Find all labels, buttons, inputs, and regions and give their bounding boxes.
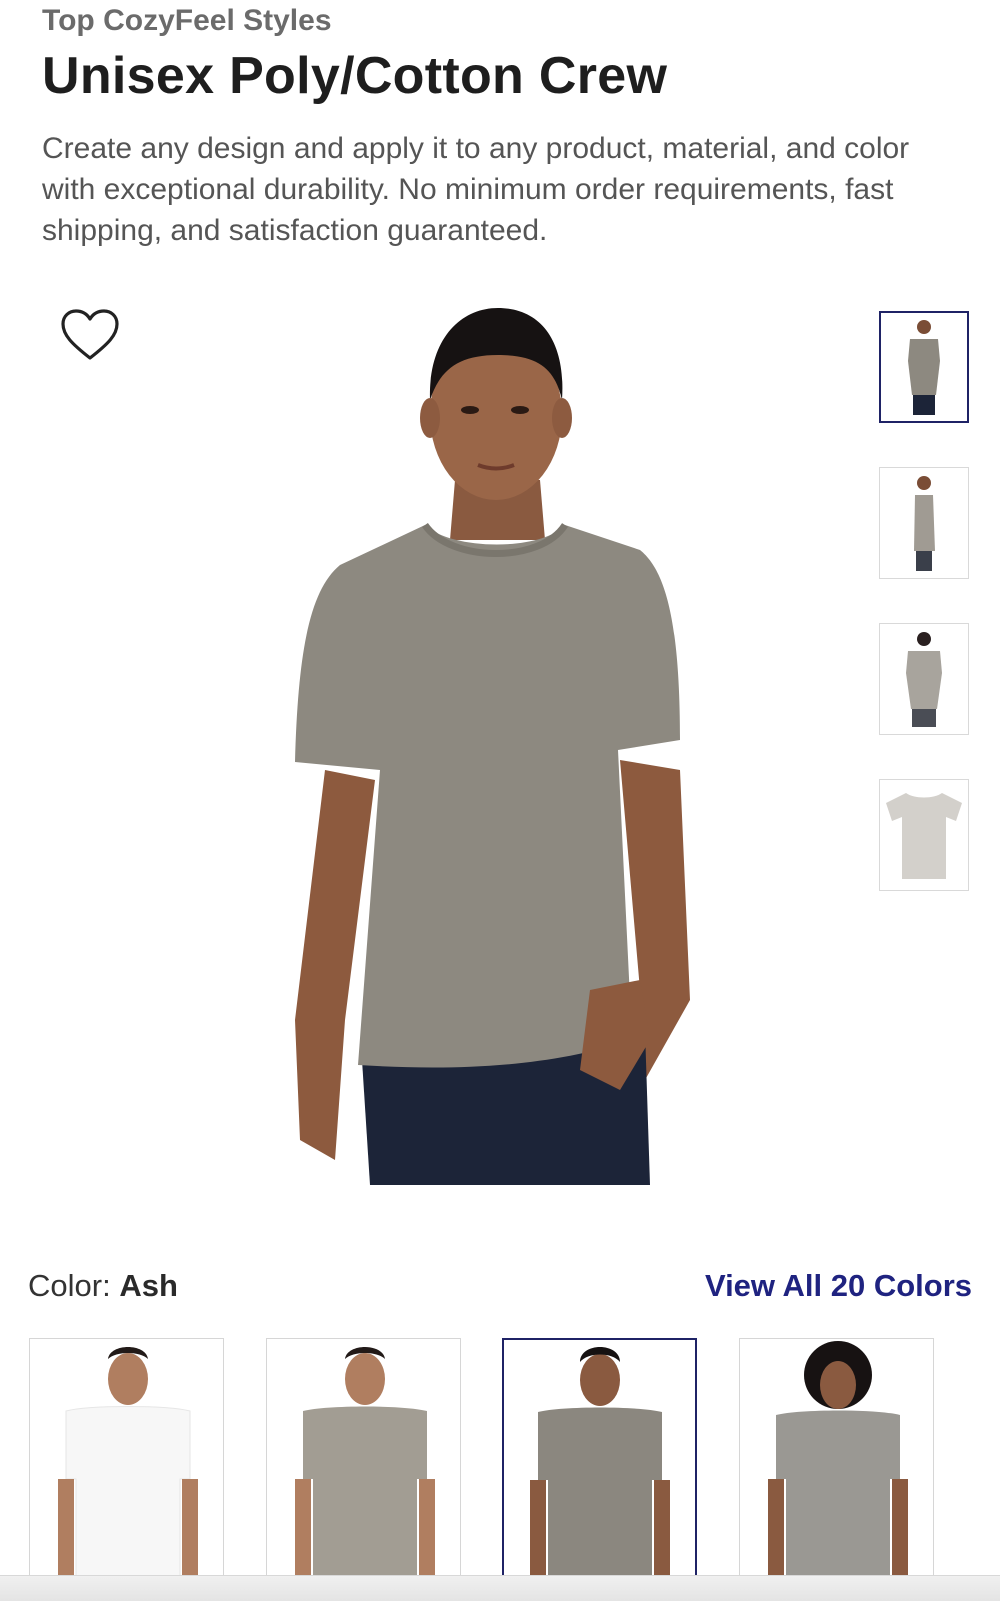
thumbnail-back[interactable] [879, 623, 969, 735]
thumbnail-strip [879, 311, 971, 935]
thumbnail-front[interactable] [879, 311, 969, 423]
brand-eyebrow: Top CozyFeel Styles [42, 4, 332, 37]
color-swatch-white[interactable] [29, 1338, 224, 1600]
view-all-colors-link[interactable]: View All 20 Colors [705, 1268, 972, 1304]
color-selector-header: Color: Ash View All 20 Colors [28, 1268, 972, 1308]
main-product-image [240, 300, 760, 1220]
color-label-prefix: Color: [28, 1268, 111, 1303]
color-label: Color: Ash [28, 1268, 178, 1304]
thumbnail-flat[interactable] [879, 779, 969, 891]
heart-outline-icon [61, 309, 119, 360]
bottom-bar [0, 1575, 1000, 1601]
product-description: Create any design and apply it to any pr… [42, 132, 910, 247]
color-swatch-row [29, 1338, 972, 1600]
color-swatch-heather-grey[interactable] [739, 1338, 934, 1600]
favorite-button[interactable] [60, 308, 120, 364]
page-title: Unisex Poly/Cotton Crew [42, 47, 668, 105]
selected-color-name: Ash [119, 1268, 178, 1303]
color-swatch-light-grey[interactable] [266, 1338, 461, 1600]
thumbnail-side[interactable] [879, 467, 969, 579]
color-swatch-ash[interactable] [502, 1338, 697, 1600]
